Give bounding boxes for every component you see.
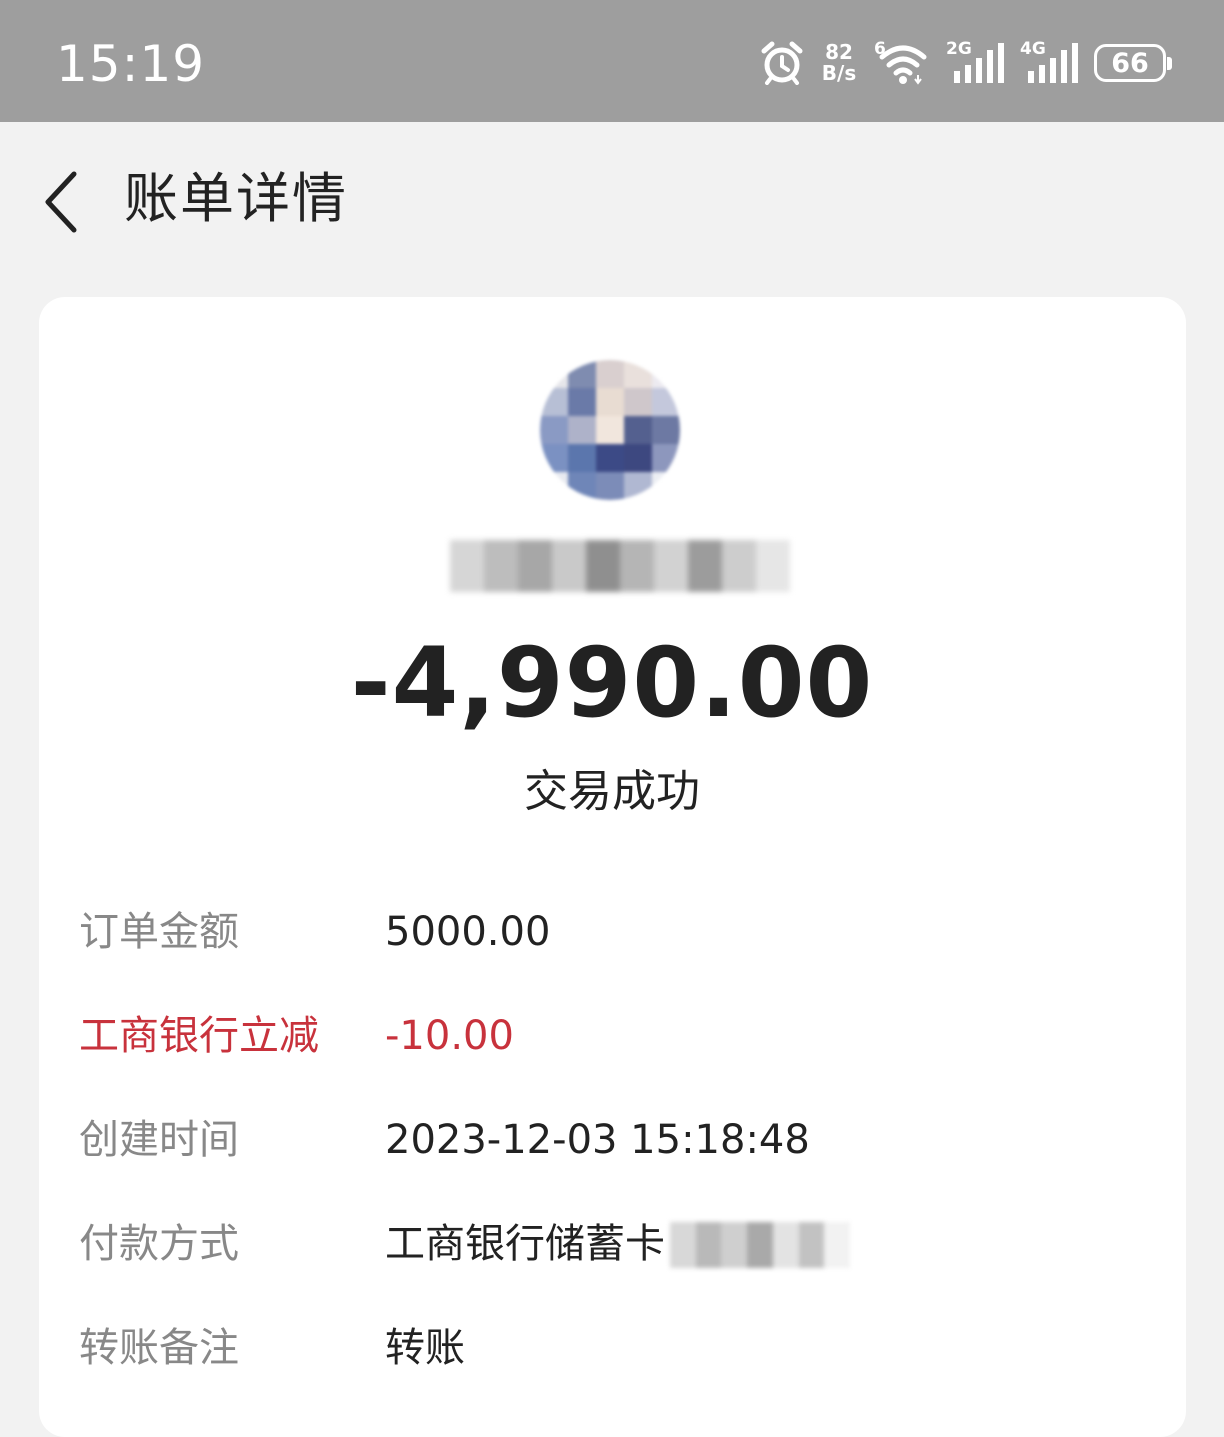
detail-label: 工商银行立减 <box>79 1013 319 1059</box>
detail-row-discount: 工商银行立减 -10.00 <box>79 1006 1139 1066</box>
detail-row-created-time: 创建时间 2023-12-03 15:18:48 <box>79 1110 1139 1170</box>
alarm-icon <box>760 41 804 85</box>
detail-value: -10.00 <box>385 1013 514 1059</box>
detail-value: 2023-12-03 15:18:48 <box>385 1117 810 1163</box>
network-speed-unit: B/s <box>821 61 857 85</box>
signal-icon: 2G <box>946 39 1006 85</box>
detail-row-transfer-note: 转账备注 转账 <box>79 1318 1139 1378</box>
status-icons: 82 B/s 6 2G 4G 66 <box>760 38 1172 88</box>
detail-label: 付款方式 <box>79 1221 239 1267</box>
detail-row-payment-method: 付款方式 工商银行储蓄卡 <box>79 1214 1139 1274</box>
detail-row-order-amount: 订单金额 5000.00 <box>79 902 1139 962</box>
chevron-left-icon <box>45 171 77 233</box>
signal-icon: 4G <box>1020 39 1080 85</box>
page-title: 账单详情 <box>124 167 348 230</box>
battery-icon: 66 <box>1094 44 1172 82</box>
status-bar: 15:19 82 B/s 6 2G 4G 66 <box>0 0 1224 122</box>
detail-value: 工商银行储蓄卡 <box>385 1221 665 1267</box>
transaction-amount: -4,990.00 <box>350 627 874 739</box>
card-number-redacted <box>670 1222 851 1268</box>
detail-label: 创建时间 <box>79 1117 239 1163</box>
detail-value: 5000.00 <box>385 909 551 955</box>
wifi-icon: 6 <box>874 39 932 85</box>
status-time: 15:19 <box>56 35 206 93</box>
back-button[interactable] <box>36 166 92 236</box>
header: 账单详情 <box>0 122 1224 282</box>
detail-label: 订单金额 <box>79 909 239 955</box>
avatar <box>540 360 680 500</box>
transaction-status: 交易成功 <box>524 766 700 817</box>
detail-value: 转账 <box>385 1325 465 1371</box>
battery-level: 66 <box>1111 47 1149 79</box>
network-speed: 82 B/s <box>818 42 860 84</box>
network-speed-value: 82 <box>825 40 853 64</box>
payee-name-redacted <box>450 540 790 592</box>
detail-label: 转账备注 <box>79 1325 239 1371</box>
